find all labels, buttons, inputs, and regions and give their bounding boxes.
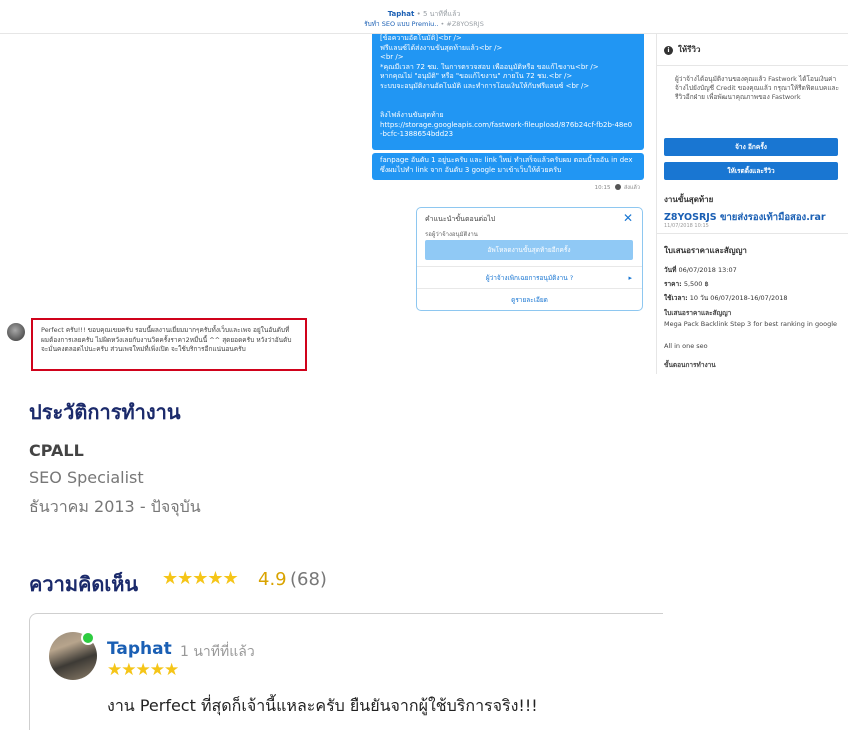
chat-partner-name[interactable]: Taphat: [388, 10, 415, 18]
message-status: 10:15 ส่งแล้ว: [560, 184, 640, 192]
divider: [657, 233, 848, 234]
review-header: i ให้รีวิว: [664, 43, 700, 56]
ignored-approval-label: ผู้ว่าจ้างเพิกเฉยการอนุมัติงาน ?: [485, 274, 574, 282]
quote-price-label: ราคา:: [664, 280, 682, 288]
ignored-approval-option[interactable]: ผู้ว่าจ้างเพิกเฉยการอนุมัติงาน ? ▸: [417, 266, 642, 288]
hire-again-button[interactable]: จ้าง อีกครั้ง: [664, 138, 838, 156]
review-card: Taphat 1 นาทีที่แล้ว ★★★★★ งาน Perfect ท…: [29, 613, 663, 730]
job-position: SEO Specialist: [29, 468, 144, 487]
message-line: หากคุณไม่ "อนุมัติ" หรือ "ขอแก้ไขงาน" ภา…: [380, 72, 573, 80]
quote-date-label: วันที่: [664, 266, 677, 274]
sent-status: ส่งแล้ว: [623, 185, 640, 191]
rating-count: (68): [290, 569, 327, 590]
order-sidebar: i ให้รีวิว ผู้ว่าจ้างได้อนุมัติงานของคุณแ…: [656, 34, 848, 374]
message-bubble: fanpage อันดับ 1 อยู่นะครับ และ link ใหม…: [372, 153, 644, 180]
quote-duration-value: 10 วัน 06/07/2018-16/07/2018: [689, 294, 788, 302]
divider: [657, 65, 848, 66]
chat-partner-time: • 5 นาทีที่แล้ว: [416, 10, 461, 18]
work-steps-title: ขั้นตอนการทำงาน: [664, 361, 716, 369]
contract-description: Mega Pack Backlink Step 3 for best ranki…: [664, 320, 837, 328]
avatar: [7, 323, 25, 341]
review-time: 1 นาทีที่แล้ว: [180, 644, 255, 660]
reviews-title: ความคิดเห็น: [29, 572, 139, 596]
contract-title: ใบเสนอราคาและสัญญา: [664, 309, 732, 317]
quote-price: ราคา: 5,500 ฿: [664, 279, 709, 289]
online-status-icon: [81, 631, 95, 645]
company-name: CPALL: [29, 441, 84, 460]
message-line: <br />: [380, 53, 404, 61]
chevron-right-icon: ▸: [628, 274, 632, 282]
quote-title: ใบเสนอราคาและสัญญา: [664, 246, 747, 255]
last-work-title: งานขั้นสุดท้าย: [664, 195, 714, 204]
quote-duration-label: ใช้เวลา:: [664, 294, 688, 302]
chat-header-subtitle: รับทำ SEO แบบ Premiu.. • #Z8YOSRJS: [0, 19, 848, 29]
message-line: [ข้อความอัตโนมัติ]<br />: [380, 34, 462, 42]
message-line: ฟรีแลนซ์ได้ส่งงานขั้นสุดท้ายแล้ว<br />: [380, 43, 503, 52]
final-file-date: 11/07/2018 10:15: [664, 223, 709, 229]
job-title-link[interactable]: รับทำ SEO แบบ Premiu..: [364, 20, 438, 28]
review-text: งาน Perfect ที่สุดก็เจ้านี้แหละครับ ยืนย…: [107, 696, 538, 715]
file-link-cont[interactable]: -bcfc-1388654bdd23: [380, 130, 636, 140]
quote-date: วันที่ 06/07/2018 13:07: [664, 265, 737, 275]
view-details-link[interactable]: ดูรายละเอียด: [417, 288, 642, 310]
reupload-final-button[interactable]: อัพโหลดงานขั้นสุดท้ายอีกครั้ง: [425, 240, 633, 260]
rating-stars-icon: ★★★★★: [162, 568, 239, 589]
order-id: • #Z8YOSRJS: [440, 20, 484, 28]
next-step-subtitle: รอผู้ว่าจ้างอนุมัติงาน: [425, 231, 478, 238]
highlighted-review-message: Perfect ครับ!!! ขอบคุณเขยครับ รอบนี้ผลงา…: [31, 318, 307, 371]
review-description: ผู้ว่าจ้างได้อนุมัติงานของคุณแล้ว Fastwo…: [675, 75, 839, 101]
work-history-title: ประวัติการทำงาน: [29, 400, 181, 424]
reviewer-name[interactable]: Taphat: [107, 639, 172, 659]
info-icon: i: [664, 46, 673, 55]
rating-score: 4.9: [258, 569, 287, 590]
give-review-button[interactable]: ให้เรตติ้งและรีวิว: [664, 162, 838, 180]
quote-price-value: 5,500 ฿: [683, 280, 709, 288]
next-step-card: คำแนะนำขั้นตอนต่อไป ✕ รอผู้ว่าจ้างอนุมัต…: [416, 207, 643, 311]
message-line: ลิ้งไฟล์งานขั้นสุดท้าย: [380, 111, 444, 119]
work-period: ธันวาคม 2013 - ปัจจุบัน: [29, 497, 201, 516]
contract-description-2: All in one seo: [664, 342, 708, 350]
message-bubble-auto: [ข้อความอัตโนมัติ]<br /> ฟรีแลนซ์ได้ส่งง…: [372, 34, 644, 150]
review-stars-icon: ★★★★★: [107, 660, 179, 680]
quote-date-value: 06/07/2018 13:07: [678, 266, 737, 274]
chat-header: Taphat • 5 นาทีที่แล้ว รับทำ SEO แบบ Pre…: [0, 0, 848, 34]
review-title: ให้รีวิว: [678, 45, 701, 54]
message-line: ระบบจะอนุมัติงานอัตโนมัติ และทำการโอนเงิ…: [380, 81, 590, 90]
message-time: 10:15: [594, 185, 611, 191]
message-line: *คุณมีเวลา 72 ชม. ในการตรวจสอบ เพื่ออนุม…: [380, 62, 599, 71]
next-step-title: คำแนะนำขั้นตอนต่อไป: [425, 215, 496, 223]
close-icon[interactable]: ✕: [623, 211, 633, 225]
file-link[interactable]: https://storage.googleapis.com/fastwork-…: [380, 121, 636, 131]
sent-check-icon: [615, 184, 622, 190]
quote-duration: ใช้เวลา: 10 วัน 06/07/2018-16/07/2018: [664, 293, 788, 303]
